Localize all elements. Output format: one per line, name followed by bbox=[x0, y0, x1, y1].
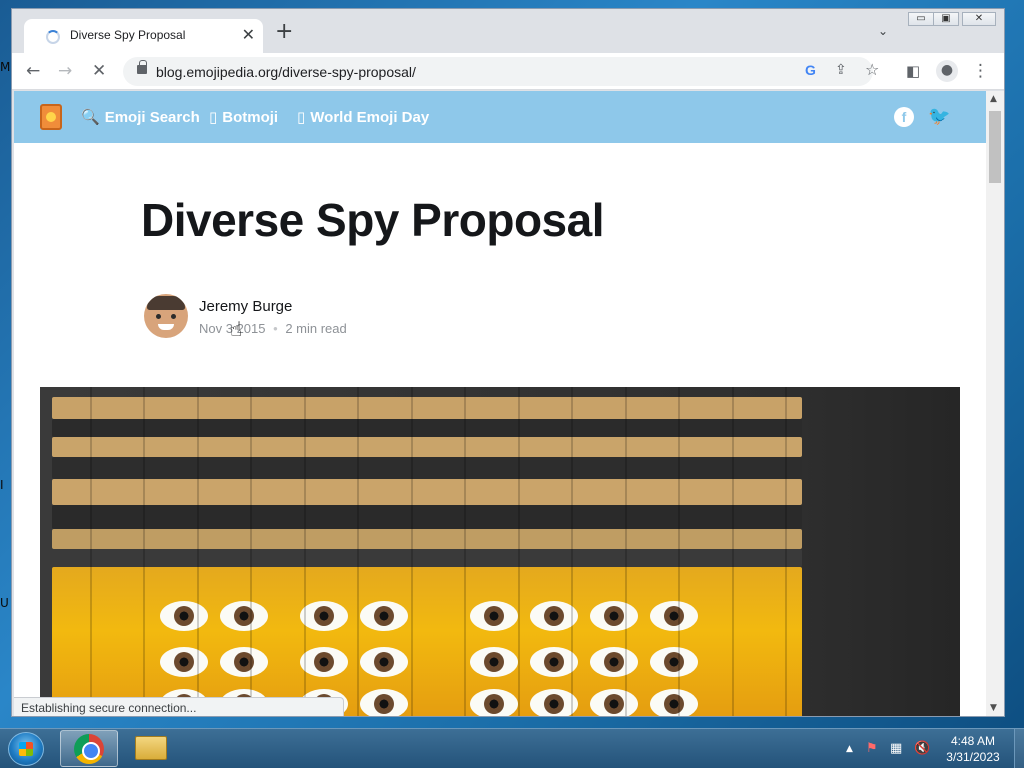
page-viewport: 🔍 Emoji Search ▯ Botmoji ▯ World Emoji Day … bbox=[14, 91, 986, 716]
volume-muted-icon[interactable]: 🔇 bbox=[914, 741, 930, 756]
folder-icon bbox=[135, 736, 167, 760]
taskbar-chrome-button[interactable] bbox=[60, 730, 118, 767]
facebook-icon[interactable]: f bbox=[894, 107, 914, 127]
emoji-eyes-row bbox=[70, 645, 810, 679]
start-button[interactable] bbox=[8, 732, 44, 766]
minimize-button[interactable]: ▭ bbox=[908, 12, 934, 26]
clock-date: 3/31/2023 bbox=[946, 750, 1000, 764]
nav-link-label: Emoji Search bbox=[104, 109, 200, 126]
read-time: 2 min read bbox=[285, 321, 347, 336]
tab-close-icon[interactable]: ✕ bbox=[242, 25, 255, 44]
chrome-window: Diverse Spy Proposal ✕ + ⌄ ▭ ▣ ✕ ← → ✕ b… bbox=[11, 8, 1005, 717]
tab-title: Diverse Spy Proposal bbox=[70, 28, 186, 42]
close-window-button[interactable]: ✕ bbox=[962, 12, 996, 26]
nav-link-emoji-search[interactable]: 🔍 Emoji Search bbox=[81, 108, 200, 126]
show-desktop-button[interactable] bbox=[1014, 729, 1024, 768]
botmoji-icon: ▯ bbox=[209, 108, 218, 126]
loading-spinner-icon bbox=[46, 30, 60, 44]
tray-overflow-icon[interactable]: ▲ bbox=[846, 744, 853, 754]
tab-search-chevron-icon[interactable]: ⌄ bbox=[878, 24, 888, 38]
address-bar[interactable]: blog.emojipedia.org/diverse-spy-proposal… bbox=[123, 57, 879, 86]
hero-image bbox=[40, 387, 960, 716]
scroll-down-arrow-icon[interactable]: ▼ bbox=[990, 703, 997, 713]
maximize-button[interactable]: ▣ bbox=[933, 12, 959, 26]
windows-taskbar: ▲ ⚑ ▦ 🔇 4:48 AM 3/31/2023 bbox=[0, 728, 1024, 768]
calendar-icon: ▯ bbox=[297, 108, 306, 126]
author-name-link[interactable]: Jeremy Burge bbox=[199, 298, 292, 315]
nav-link-botmoji[interactable]: ▯ Botmoji bbox=[209, 108, 278, 126]
author-avatar[interactable] bbox=[144, 294, 188, 338]
browser-tab-active[interactable]: Diverse Spy Proposal ✕ bbox=[24, 19, 263, 53]
new-tab-icon[interactable]: + bbox=[275, 21, 293, 43]
clock-time: 4:48 AM bbox=[950, 734, 996, 748]
system-clock[interactable]: 4:48 AM 3/31/2023 bbox=[938, 733, 1008, 765]
bookmark-star-icon[interactable]: ☆ bbox=[865, 60, 879, 79]
desktop-edge-glyph: I bbox=[0, 478, 4, 492]
post-title: Diverse Spy Proposal bbox=[141, 194, 604, 246]
back-arrow-icon[interactable]: ← bbox=[26, 61, 40, 81]
browser-toolbar: ← → ✕ blog.emojipedia.org/diverse-spy-pr… bbox=[12, 53, 1004, 90]
nav-link-label: World Emoji Day bbox=[310, 109, 430, 126]
vertical-scrollbar[interactable]: ▲ ▼ bbox=[986, 91, 1004, 716]
scroll-thumb[interactable] bbox=[989, 111, 1001, 183]
meta-separator: • bbox=[273, 321, 278, 336]
network-icon[interactable]: ▦ bbox=[890, 741, 902, 756]
status-bubble: Establishing secure connection... bbox=[14, 697, 344, 716]
desktop-edge-glyph: U bbox=[0, 596, 9, 610]
url-text[interactable]: blog.emojipedia.org/diverse-spy-proposal… bbox=[156, 64, 416, 80]
post-meta: Nov 3 2015 • 2 min read bbox=[199, 321, 347, 336]
site-nav-bar: 🔍 Emoji Search ▯ Botmoji ▯ World Emoji Day … bbox=[14, 91, 986, 143]
google-lens-icon[interactable]: G bbox=[805, 62, 816, 78]
share-icon[interactable]: ⇪ bbox=[835, 62, 847, 78]
profile-avatar-icon[interactable]: ● bbox=[936, 60, 958, 82]
forward-arrow-icon[interactable]: → bbox=[58, 61, 72, 81]
chrome-icon bbox=[74, 734, 104, 764]
search-icon: 🔍 bbox=[81, 108, 100, 126]
scroll-up-arrow-icon[interactable]: ▲ bbox=[990, 94, 997, 104]
lock-icon[interactable] bbox=[137, 60, 147, 74]
nav-link-label: Botmoji bbox=[222, 109, 279, 126]
desktop-edge-glyph: M bbox=[0, 60, 11, 74]
side-panel-icon[interactable]: ◧ bbox=[906, 61, 920, 81]
hand-cursor-icon: ☝ bbox=[230, 317, 243, 341]
stop-loading-icon[interactable]: ✕ bbox=[92, 61, 106, 81]
tab-strip: Diverse Spy Proposal ✕ + ⌄ ▭ ▣ ✕ bbox=[12, 9, 1004, 53]
nav-link-world-emoji-day[interactable]: ▯ World Emoji Day bbox=[297, 108, 429, 126]
emojipedia-logo[interactable] bbox=[40, 104, 62, 130]
taskbar-explorer-button[interactable] bbox=[122, 730, 180, 767]
browser-menu-icon[interactable]: ⋮ bbox=[972, 61, 989, 81]
twitter-icon[interactable]: 🐦 bbox=[928, 107, 950, 127]
action-center-flag-icon[interactable]: ⚑ bbox=[866, 741, 878, 756]
emoji-eyes-row bbox=[70, 599, 810, 633]
